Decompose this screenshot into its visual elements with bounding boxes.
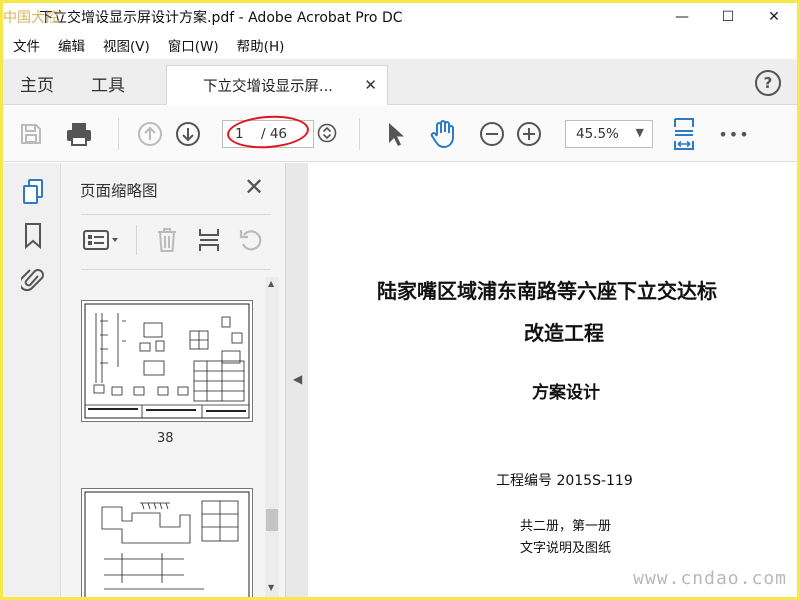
menu-edit[interactable]: 编辑 xyxy=(56,35,87,55)
select-pointer-icon[interactable] xyxy=(381,120,409,148)
menu-view[interactable]: 视图(V) xyxy=(101,35,152,55)
menu-window[interactable]: 窗口(W) xyxy=(166,35,221,55)
scroll-down-icon[interactable]: ▼ xyxy=(268,583,274,592)
chevron-down-icon: ▼ xyxy=(635,126,644,139)
thumbnails-panel: 页面缩略图 ✕ 38 ▲ ▼ xyxy=(61,163,286,597)
document-page: 陆家嘴区域浦东南路等六座下立交达标 改造工程 方案设计 工程编号 2015S-1… xyxy=(308,163,797,597)
volume-info: 共二册，第一册 xyxy=(520,519,612,534)
rotate-page-icon[interactable] xyxy=(237,226,265,254)
document-title-line2: 改造工程 xyxy=(524,321,604,345)
tab-home[interactable]: 主页 xyxy=(20,71,54,96)
help-icon[interactable]: ? xyxy=(755,70,781,96)
toolbar: 1 / 46 45.5% ▼ ••• xyxy=(3,106,797,162)
thumbnail-options-icon[interactable] xyxy=(81,227,121,253)
close-button[interactable]: ✕ xyxy=(751,3,797,31)
fit-page-width-icon[interactable] xyxy=(669,116,699,152)
next-page-icon[interactable] xyxy=(174,120,202,148)
panel-close-icon[interactable]: ✕ xyxy=(244,173,264,201)
menu-file[interactable]: 文件 xyxy=(11,35,42,55)
project-number: 工程编号 2015S-119 xyxy=(496,473,633,489)
attachments-icon[interactable] xyxy=(19,265,47,295)
document-subtitle: 方案设计 xyxy=(532,383,600,403)
panel-divider xyxy=(81,214,271,215)
close-tab-icon[interactable]: ✕ xyxy=(364,76,377,94)
hand-tool-icon[interactable] xyxy=(427,118,459,150)
document-tab-label: 下立交增设显示屏... xyxy=(203,79,333,95)
toolbar-divider xyxy=(118,118,119,150)
page-thumbnails-icon[interactable] xyxy=(19,177,47,207)
maximize-button[interactable]: ☐ xyxy=(705,3,751,31)
navigation-rail xyxy=(3,163,61,597)
zoom-value: 45.5% xyxy=(576,126,619,142)
panel-title: 页面缩略图 xyxy=(80,182,158,200)
site-watermark: www.cndao.com xyxy=(633,568,787,589)
bookmarks-icon[interactable] xyxy=(20,221,46,251)
acrobat-window: 中国大控 下立交增设显示屏设计方案.pdf - Adobe Acrobat Pr… xyxy=(3,3,797,597)
minimize-button[interactable]: — xyxy=(659,3,705,31)
thumbnail-scrollbar[interactable]: ▲ ▼ xyxy=(265,277,279,597)
zoom-out-icon[interactable] xyxy=(478,120,506,148)
delete-page-icon[interactable] xyxy=(153,226,181,254)
collapse-arrow-icon: ◀ xyxy=(293,372,303,386)
app-logo: 中国大控 xyxy=(3,3,59,31)
thumbnail-page[interactable] xyxy=(81,488,253,597)
zoom-select[interactable]: 45.5% ▼ xyxy=(565,120,653,148)
title-bar: 中国大控 下立交增设显示屏设计方案.pdf - Adobe Acrobat Pr… xyxy=(3,3,797,31)
panel-toolbar-divider xyxy=(136,225,137,255)
window-title: 下立交增设显示屏设计方案.pdf - Adobe Acrobat Pro DC xyxy=(39,10,403,26)
menu-bar: 文件 编辑 视图(V) 窗口(W) 帮助(H) xyxy=(3,33,797,57)
thumbnail-page-label: 38 xyxy=(157,431,174,446)
tab-tools[interactable]: 工具 xyxy=(91,71,125,96)
document-title-line1: 陆家嘴区域浦东南路等六座下立交达标 xyxy=(377,279,717,303)
scrollbar-thumb[interactable] xyxy=(266,509,278,531)
tab-document[interactable]: 下立交增设显示屏... ✕ xyxy=(166,65,388,105)
toolbar-divider xyxy=(359,118,360,150)
print-icon[interactable] xyxy=(63,118,95,150)
logo-watermark: 中国大控 xyxy=(3,10,59,26)
menu-help[interactable]: 帮助(H) xyxy=(235,35,287,55)
contents-info: 文字说明及图纸 xyxy=(520,541,612,556)
insert-page-icon[interactable] xyxy=(195,226,223,254)
page-stepper-icon[interactable] xyxy=(316,122,338,144)
thumbnail-page[interactable] xyxy=(81,300,253,422)
previous-page-icon[interactable] xyxy=(136,120,164,148)
panel-collapse-handle[interactable]: ◀ xyxy=(286,163,308,597)
tab-bar: 主页 工具 下立交增设显示屏... ✕ ? xyxy=(3,59,797,105)
scroll-up-icon[interactable]: ▲ xyxy=(268,279,274,288)
more-tools-icon[interactable]: ••• xyxy=(718,120,749,148)
zoom-in-icon[interactable] xyxy=(515,120,543,148)
save-icon[interactable] xyxy=(17,120,45,148)
panel-divider xyxy=(81,269,271,270)
window-controls: — ☐ ✕ xyxy=(659,3,797,31)
